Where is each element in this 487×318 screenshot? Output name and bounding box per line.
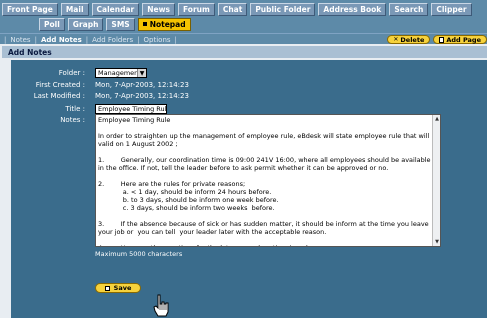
- first-created-value: Mon, 7-Apr-2003, 12:14:23: [95, 81, 189, 89]
- notes-textarea[interactable]: Employee Timing Rule In order to straigh…: [95, 114, 441, 247]
- notes-text: Employee Timing Rule In order to straigh…: [98, 116, 431, 246]
- save-button[interactable]: Save: [95, 283, 141, 293]
- scroll-down-icon[interactable]: ▼: [434, 239, 440, 245]
- save-label: Save: [113, 284, 132, 292]
- folder-label: Folder :: [58, 69, 85, 77]
- scroll-up-icon[interactable]: ▲: [434, 116, 440, 122]
- hand-cursor-icon: [153, 294, 169, 317]
- nav-news[interactable]: News: [142, 2, 175, 16]
- last-modified-value: Mon, 7-Apr-2003, 12:14:23: [95, 92, 189, 100]
- delete-label: Delete: [400, 35, 425, 44]
- subnav-actions: ✕ Delete Add Page: [387, 35, 487, 44]
- subnav-add-folders-link[interactable]: Add Folders: [89, 36, 136, 44]
- top-nav-row-2: Poll Graph SMS Notepad: [39, 17, 194, 31]
- chevron-down-icon: ▼: [137, 69, 146, 77]
- last-modified-label: Last Modified :: [33, 92, 85, 100]
- top-navigation: Front Page Mail Calendar News Forum Chat…: [0, 0, 487, 33]
- nav-mail[interactable]: Mail: [60, 2, 89, 16]
- notes-scrollbar[interactable]: ▲ ▼: [432, 115, 440, 246]
- nav-forum[interactable]: Forum: [177, 2, 215, 16]
- active-bullet-icon: [142, 22, 147, 26]
- nav-clipper[interactable]: Clipper: [431, 2, 472, 16]
- top-nav-row-1: Front Page Mail Calendar News Forum Chat…: [2, 2, 475, 16]
- separator: |: [174, 35, 177, 44]
- subnav-add-notes-link[interactable]: Add Notes: [38, 36, 85, 44]
- first-created-label: First Created :: [35, 81, 85, 89]
- nav-notepad[interactable]: Notepad: [137, 17, 191, 31]
- section-header: Add Notes: [2, 46, 487, 58]
- nav-address-book[interactable]: Address Book: [318, 2, 387, 16]
- nav-chat[interactable]: Chat: [217, 2, 248, 16]
- nav-calendar[interactable]: Calendar: [91, 2, 140, 16]
- subnav-notes-link[interactable]: Notes: [7, 36, 33, 44]
- add-page-label: Add Page: [446, 35, 481, 44]
- max-characters-note: Maximum 5000 characters: [95, 250, 183, 258]
- nav-front-page[interactable]: Front Page: [2, 2, 58, 16]
- nav-poll[interactable]: Poll: [39, 17, 65, 31]
- nav-search[interactable]: Search: [389, 2, 429, 16]
- subnav-options-link[interactable]: Options: [141, 36, 174, 44]
- delete-button[interactable]: ✕ Delete: [387, 35, 431, 44]
- page-icon: [439, 36, 445, 43]
- add-note-form: Folder : Management ▼ First Created : Mo…: [11, 62, 487, 318]
- sub-navigation: | Notes | Add Notes | Add Folders | Opti…: [0, 33, 487, 44]
- title-label: Title :: [65, 105, 85, 113]
- folder-select[interactable]: Management ▼: [95, 68, 147, 78]
- delete-icon: ✕: [393, 36, 399, 43]
- nav-graph[interactable]: Graph: [67, 17, 104, 31]
- title-input[interactable]: Employee Timing Rule: [95, 104, 167, 114]
- main-area: Add Notes Folder : Management ▼ First Cr…: [0, 44, 487, 318]
- add-page-button[interactable]: Add Page: [433, 35, 487, 44]
- save-icon: [104, 285, 110, 291]
- nav-notepad-label: Notepad: [149, 19, 186, 29]
- folder-select-value: Management: [98, 69, 141, 77]
- nav-public-folder[interactable]: Public Folder: [250, 2, 316, 16]
- notes-label: Notes :: [60, 116, 85, 124]
- nav-sms[interactable]: SMS: [106, 17, 135, 31]
